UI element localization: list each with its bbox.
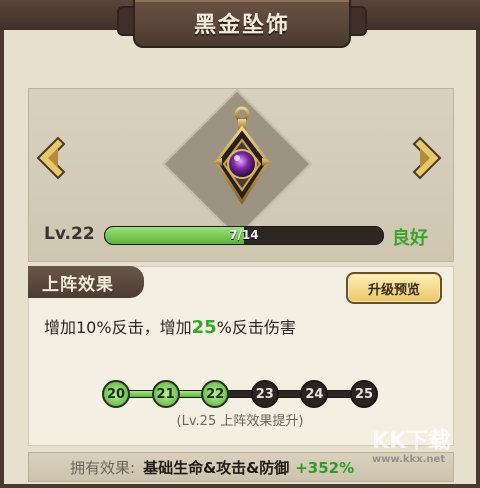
owned-effect: 拥有效果: 基础生命&攻击&防御 +352% bbox=[70, 457, 354, 478]
pendant-icon bbox=[212, 106, 272, 205]
effect-description: 增加10%反击，增加25%反击伤害 bbox=[44, 314, 296, 338]
upgrade-preview-button[interactable]: 升级预览 bbox=[346, 272, 442, 304]
effect-desc-suffix: %反击伤害 bbox=[216, 318, 296, 337]
level-node: 24 bbox=[300, 380, 329, 408]
upgrade-preview-label: 升级预览 bbox=[367, 282, 420, 298]
next-item-button[interactable] bbox=[410, 136, 444, 180]
previous-item-button[interactable] bbox=[34, 136, 68, 180]
exp-progress-bar: 7/14 bbox=[104, 226, 384, 245]
quality-label: 良好 bbox=[392, 228, 428, 249]
effect-tab-label: 上阵效果 bbox=[42, 274, 114, 295]
level-node: 21 bbox=[151, 380, 180, 408]
watermark-sub: www.kkx.net bbox=[372, 454, 446, 465]
effect-desc-prefix: 增加10%反击，增加 bbox=[44, 318, 192, 337]
level-track: 20 21 22 23 24 25 bbox=[102, 380, 378, 408]
page-title: 黑金坠饰 bbox=[193, 13, 290, 38]
level-node: 22 bbox=[201, 380, 230, 408]
level-node: 23 bbox=[250, 380, 279, 408]
owned-effect-value: 基础生命&攻击&防御 bbox=[143, 459, 290, 477]
item-level: Lv.22 bbox=[44, 224, 95, 244]
unlock-note: (Lv.25 上阵效果提升) bbox=[176, 414, 304, 429]
title-plate: 黑金坠饰 bbox=[117, 0, 367, 48]
watermark-main: KK下载 bbox=[372, 429, 451, 454]
watermark: KK下载 www.kkx.net bbox=[372, 430, 472, 488]
effect-tab: 上阵效果 bbox=[28, 266, 144, 298]
effect-desc-highlight: 25 bbox=[191, 317, 217, 338]
exp-progress-text: 7/14 bbox=[229, 228, 259, 242]
level-node: 20 bbox=[102, 380, 130, 408]
owned-effect-bonus: +352% bbox=[295, 459, 355, 477]
level-node: 25 bbox=[350, 380, 378, 408]
owned-effect-key: 拥有效果: bbox=[70, 459, 136, 477]
